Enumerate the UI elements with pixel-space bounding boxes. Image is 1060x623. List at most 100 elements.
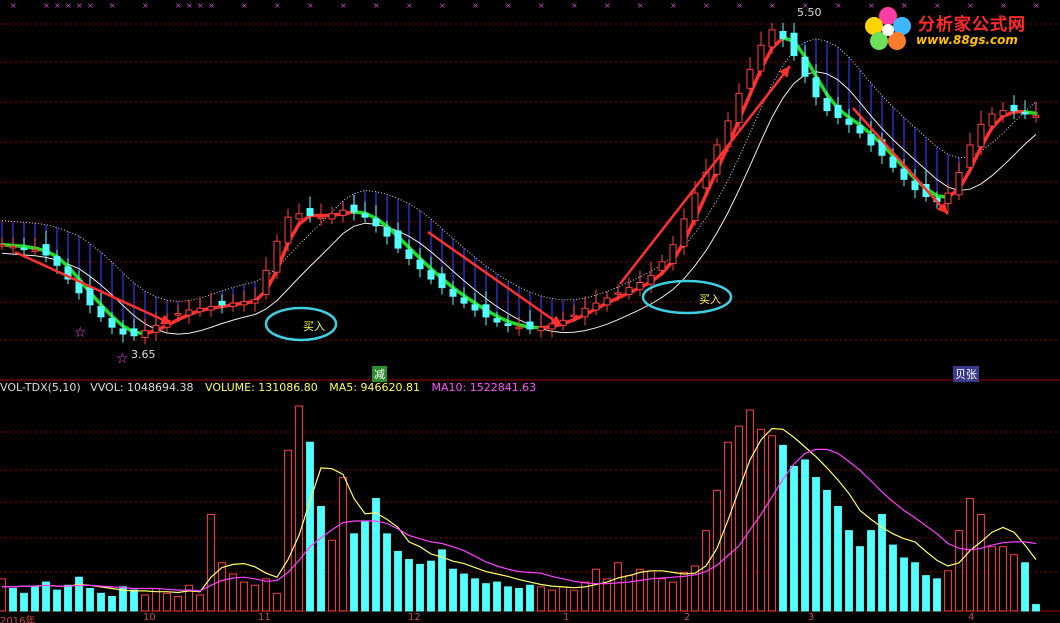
volume-bar [361, 520, 369, 612]
candle-body [119, 328, 127, 335]
candle-body [900, 168, 908, 180]
candle-body [768, 29, 776, 48]
candle-body [570, 314, 578, 318]
volume-bar [713, 489, 721, 612]
volume-bar [86, 587, 94, 612]
volume-bar [801, 459, 809, 612]
trend-arrow [852, 107, 949, 215]
volume-bar [647, 570, 655, 612]
volume-bar [966, 497, 974, 612]
signal-marker: × [87, 1, 94, 10]
candle-body [1021, 111, 1029, 115]
candle-body [834, 104, 842, 118]
trend-arrow [427, 230, 563, 328]
signal-marker: × [406, 1, 413, 10]
x-tick-label-6: 3 [808, 612, 815, 623]
buy-signal-label-2: 买入 [699, 293, 721, 306]
volume-bar [75, 576, 83, 612]
volume-bar [416, 563, 424, 612]
volume-bar [372, 497, 380, 612]
volume-bar [768, 435, 776, 612]
volume-bar [1010, 554, 1018, 612]
volume-bar [141, 594, 149, 612]
candle-body [86, 287, 94, 306]
volume-bar [570, 589, 578, 612]
signal-marker: × [340, 1, 347, 10]
candle-body [20, 247, 28, 251]
x-tick-label-1: 10 [143, 612, 156, 623]
volume-bar [856, 546, 864, 612]
candle-body [647, 275, 655, 285]
volume-bar [493, 581, 501, 612]
candle-body [911, 180, 919, 191]
candle-body [625, 287, 633, 296]
volume-bar [944, 570, 952, 612]
signal-marker: × [703, 1, 710, 10]
signal-marker: × [736, 1, 743, 10]
candle-body [889, 156, 897, 168]
ma10-value: MA10: 1522841.63 [431, 381, 537, 394]
candle-body [427, 269, 435, 280]
candle-body [31, 249, 39, 252]
signal-marker: × [307, 1, 314, 10]
volume-bar [845, 530, 853, 612]
volume-bar [394, 551, 402, 612]
candle-body [328, 213, 336, 220]
volume-indicator-header: VOL-TDX(5,10) VVOL: 1048694.38 VOLUME: 1… [0, 381, 536, 395]
volume-bar [108, 596, 116, 612]
volume-bar [240, 581, 248, 612]
volume-bar [680, 571, 688, 612]
signal-marker: × [76, 1, 83, 10]
candle-body [273, 240, 281, 273]
candle-body [42, 244, 50, 256]
volume-bar [955, 530, 963, 612]
volume-bar [449, 568, 457, 612]
signal-marker: × [637, 1, 644, 10]
candle-body [680, 218, 688, 247]
volume-bar [559, 586, 567, 612]
candle-body [383, 226, 391, 237]
signal-marker: × [274, 1, 281, 10]
candle-body [856, 125, 864, 134]
candle-body [218, 300, 226, 306]
candle-body [152, 324, 160, 333]
candle-body [592, 302, 600, 311]
candle-body [944, 192, 952, 204]
candle-body [526, 321, 534, 330]
candle-body [746, 68, 754, 89]
candle-body [977, 123, 985, 148]
x-tick-label-0: 2016年 [0, 616, 36, 623]
volume-bar [460, 573, 468, 612]
logo-title: 分析家公式网 [918, 15, 1026, 35]
star-marker: ☆ [116, 351, 129, 367]
candle-body [955, 171, 963, 196]
logo-url: www.88gs.com [916, 33, 1018, 47]
volume-bar [823, 489, 831, 612]
reduce-marker: 减 [372, 366, 387, 382]
volume-bar [229, 573, 237, 612]
candle-body [691, 192, 699, 222]
volume-bar [669, 581, 677, 612]
volume-bar [97, 592, 105, 612]
candle-body [141, 330, 149, 338]
candle-body [185, 309, 193, 316]
low-price-label: 3.65 [131, 348, 156, 361]
chart-canvas[interactable]: × × × × × × × × × × × × × × × × × × × × × × × × × × × × × × × × × × × × ×☆☆ [0, 0, 1060, 623]
volume-bar [251, 584, 259, 612]
volume-bar [911, 562, 919, 612]
candle-body [757, 44, 765, 72]
candle-body [845, 118, 853, 125]
volume-bar [339, 477, 347, 612]
site-logo: 分析家公式网 www.88gs.com [860, 2, 1060, 54]
volume-bar [284, 449, 292, 612]
candle-body [966, 144, 974, 168]
volume-bar [592, 568, 600, 612]
x-tick-label-2: 11 [258, 612, 271, 623]
volume-bar [64, 584, 72, 612]
candle-body [581, 307, 589, 318]
high-price-label: 5.50 [797, 6, 822, 19]
signal-marker: × [197, 1, 204, 10]
volume-bar [20, 592, 28, 612]
volume-bar [31, 586, 39, 612]
candle-body [999, 110, 1007, 117]
